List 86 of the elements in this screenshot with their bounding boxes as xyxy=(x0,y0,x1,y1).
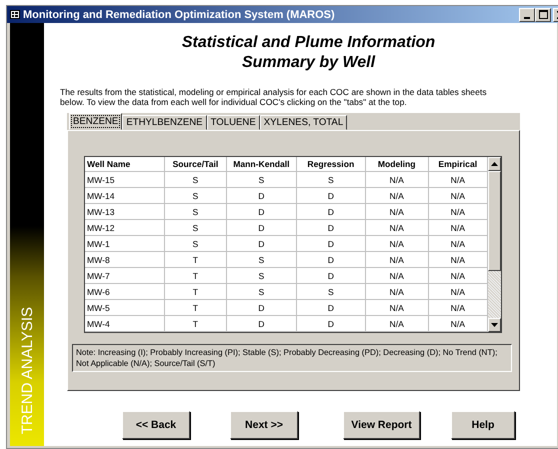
window-title: Monitoring and Remediation Optimization System (MAROS) xyxy=(23,8,336,20)
table-cell: S xyxy=(164,204,227,220)
table-cell: D xyxy=(296,268,366,284)
table-cell: D xyxy=(226,220,296,236)
page-heading: Summary by Well xyxy=(242,53,376,73)
tab[interactable]: ETHYLBENZENE xyxy=(122,115,207,130)
scroll-down-icon xyxy=(491,323,498,327)
tab[interactable]: XYLENES, TOTAL xyxy=(260,115,348,130)
table-cell: N/A xyxy=(365,252,428,268)
table-cell: S xyxy=(164,188,227,204)
table-cell: N/A xyxy=(365,268,428,284)
table-cell: N/A xyxy=(428,220,488,236)
table-cell: MW-14 xyxy=(85,188,164,204)
table-cell: D xyxy=(226,300,296,316)
action-button[interactable]: Help xyxy=(451,411,515,439)
description-text: The results from the statistical, modeling or empirical analysis for each COC are shown in the data tables sheets below. To view the data from each well for individual COC's clicking on the "tabs" at the top. xyxy=(60,87,488,107)
table-cell: N/A xyxy=(365,172,428,188)
action-button[interactable]: Next >> xyxy=(230,411,298,439)
maximize-icon xyxy=(538,10,548,19)
table-cell: MW-6 xyxy=(85,284,164,300)
table-cell: D xyxy=(226,188,296,204)
table-cell: D xyxy=(296,300,366,316)
table-cell: MW-8 xyxy=(85,252,164,268)
table-cell: MW-7 xyxy=(85,268,164,284)
tab[interactable]: BENZENE xyxy=(69,113,122,130)
table-cell: MW-15 xyxy=(85,172,164,188)
table-cell: D xyxy=(296,188,366,204)
table-cell: MW-12 xyxy=(85,220,164,236)
table-cell: D xyxy=(296,204,366,220)
action-button[interactable]: << Back xyxy=(122,411,190,439)
table-cell: T xyxy=(164,268,227,284)
table-cell: N/A xyxy=(365,300,428,316)
table-cell: N/A xyxy=(365,316,428,332)
action-button[interactable]: View Report xyxy=(343,411,420,439)
tab[interactable]: TOLUENE xyxy=(206,115,260,130)
table-cell: D xyxy=(296,252,366,268)
table-cell: N/A xyxy=(365,220,428,236)
table-cell: S xyxy=(226,284,296,300)
table-cell: MW-13 xyxy=(85,204,164,220)
table-cell: N/A xyxy=(428,316,488,332)
column-header: Modeling xyxy=(365,157,428,172)
table-cell: N/A xyxy=(428,204,488,220)
maximize-button[interactable] xyxy=(535,8,551,22)
table-cell: S xyxy=(164,236,227,252)
column-header: Mann-Kendall xyxy=(226,157,296,172)
table-cell: N/A xyxy=(428,252,488,268)
table-cell: D xyxy=(226,236,296,252)
table-cell: S xyxy=(164,172,227,188)
table-cell: N/A xyxy=(365,284,428,300)
table-cell: N/A xyxy=(365,188,428,204)
table-cell: S xyxy=(296,172,366,188)
table-cell: N/A xyxy=(365,236,428,252)
minimize-button[interactable] xyxy=(519,8,535,22)
table-cell: D xyxy=(226,204,296,220)
table-cell: T xyxy=(164,316,227,332)
legend-note: Note: Increasing (I); Probably Increasing (PI); Stable (S); Probably Decreasing (PD); Decreasing (D); No Trend (NT); Not Applicable (N/A); Source/Tail (S/T) xyxy=(72,344,512,372)
app-icon xyxy=(10,10,20,19)
table-cell: D xyxy=(226,316,296,332)
table-cell: S xyxy=(226,252,296,268)
minimize-icon xyxy=(524,16,530,18)
sidebar-label: TREND ANALYSIS xyxy=(18,306,36,434)
table-cell: D xyxy=(296,220,366,236)
table-cell: MW-1 xyxy=(85,236,164,252)
scrollbar[interactable] xyxy=(488,157,501,332)
table-cell: N/A xyxy=(365,204,428,220)
column-header: Source/Tail xyxy=(164,157,227,172)
table-cell: D xyxy=(296,236,366,252)
table-cell: T xyxy=(164,252,227,268)
page-heading: Statistical and Plume Information xyxy=(182,33,436,53)
scroll-up-icon xyxy=(491,162,498,166)
table-cell: S xyxy=(226,268,296,284)
table-cell: N/A xyxy=(428,188,488,204)
column-header: Empirical xyxy=(428,157,488,172)
table-cell: MW-5 xyxy=(85,300,164,316)
table-cell: S xyxy=(226,172,296,188)
table-cell: N/A xyxy=(428,268,488,284)
table-cell: MW-4 xyxy=(85,316,164,332)
table-cell: N/A xyxy=(428,236,488,252)
table-cell: T xyxy=(164,300,227,316)
column-header: Regression xyxy=(296,157,366,172)
column-header: Well Name xyxy=(85,157,164,172)
table-cell: S xyxy=(164,220,227,236)
table-cell: N/A xyxy=(428,172,488,188)
table-cell: T xyxy=(164,284,227,300)
table-cell: D xyxy=(296,316,366,332)
table-cell: S xyxy=(296,284,366,300)
